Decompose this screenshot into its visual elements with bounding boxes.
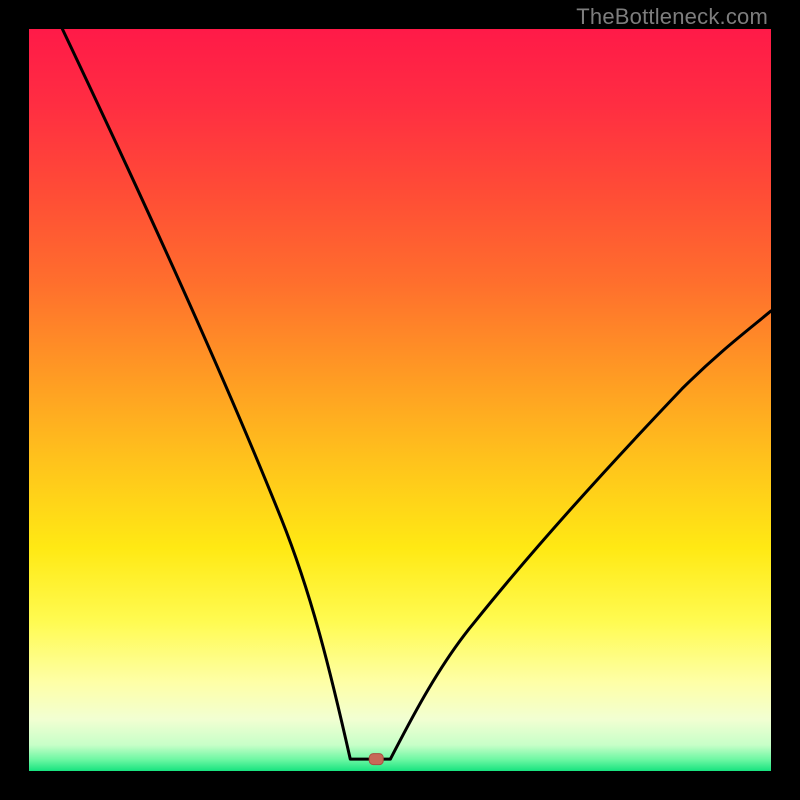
gradient-background [29,29,771,771]
watermark-text: TheBottleneck.com [576,4,768,30]
bottleneck-chart [29,29,771,771]
optimum-marker [369,754,383,765]
chart-frame [29,29,771,771]
